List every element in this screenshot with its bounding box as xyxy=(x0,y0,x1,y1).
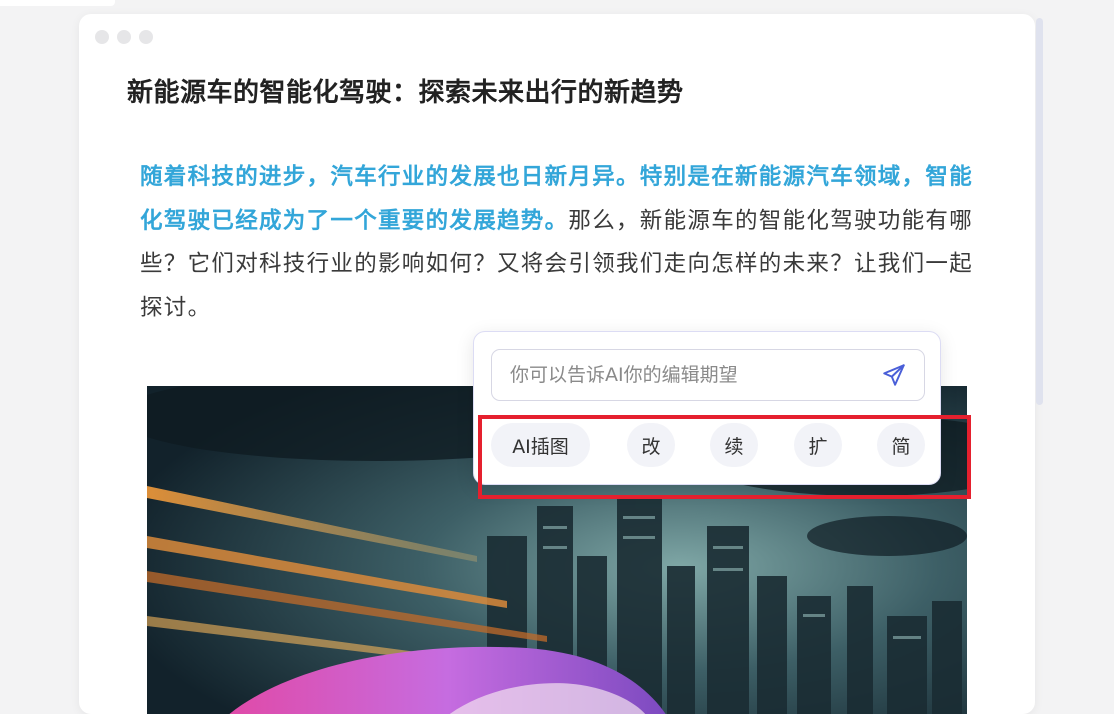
simplify-button[interactable]: 简 xyxy=(877,423,925,467)
article-paragraph[interactable]: 随着科技的进步，汽车行业的发展也日新月异。特别是在新能源汽车领域，智能化驾驶已经… xyxy=(140,156,978,330)
article-title: 新能源车的智能化驾驶：探索未来出行的新趋势 xyxy=(127,78,684,108)
window-dot xyxy=(139,30,153,44)
ai-prompt-box xyxy=(491,349,925,401)
scrollbar[interactable] xyxy=(1036,18,1043,405)
window-dot xyxy=(95,30,109,44)
expand-button[interactable]: 扩 xyxy=(794,423,842,467)
send-icon xyxy=(883,364,905,386)
top-left-tab xyxy=(0,0,115,6)
ai-illustration-button[interactable]: AI插图 xyxy=(491,423,590,467)
rewrite-button[interactable]: 改 xyxy=(627,423,675,467)
window-controls xyxy=(95,30,153,44)
send-button[interactable] xyxy=(874,355,914,395)
ai-edit-popup: AI插图 改 续 扩 简 xyxy=(473,331,941,485)
ai-action-bar: AI插图 改 续 扩 简 xyxy=(491,423,927,467)
ai-prompt-input[interactable] xyxy=(508,363,874,387)
window-dot xyxy=(117,30,131,44)
continue-button[interactable]: 续 xyxy=(710,423,758,467)
